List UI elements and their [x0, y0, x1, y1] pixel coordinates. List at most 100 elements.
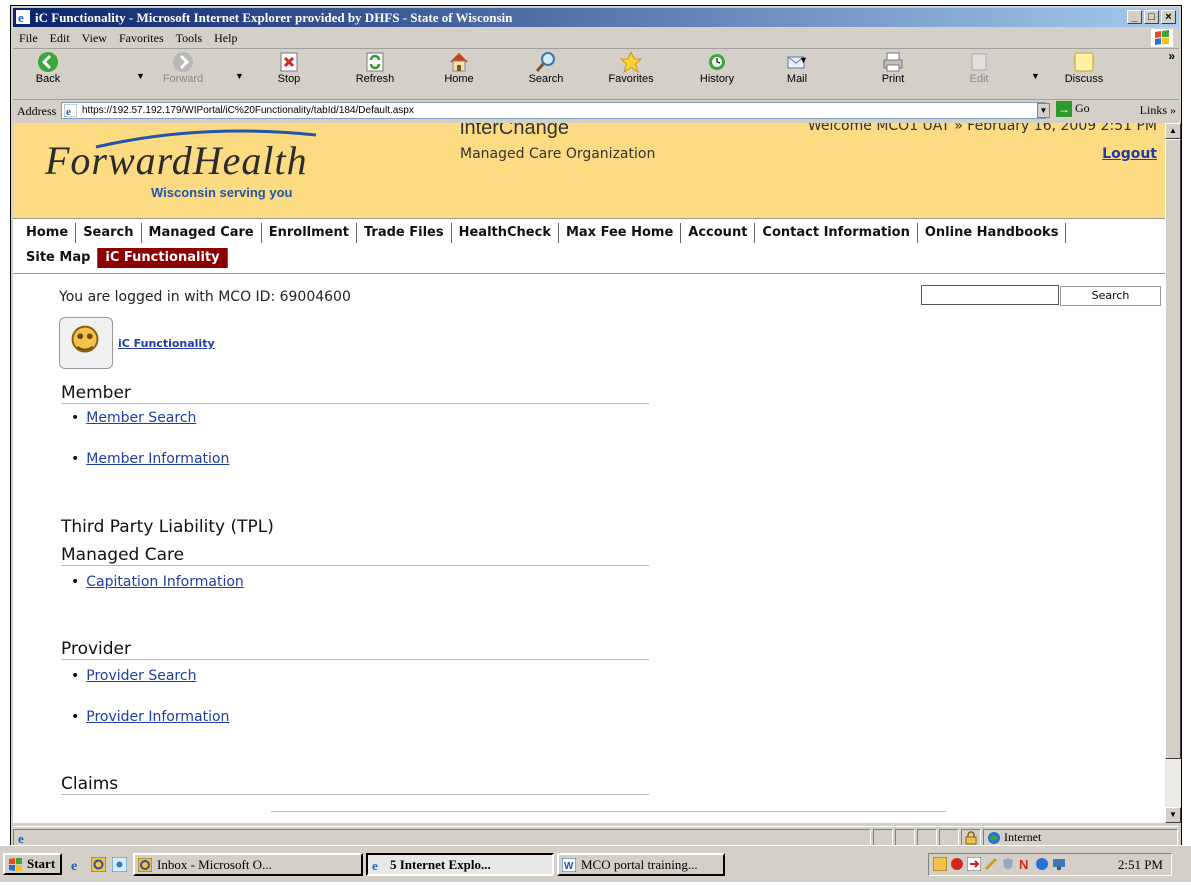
scroll-thumb[interactable] — [1165, 139, 1181, 759]
menu-help[interactable]: Help — [214, 31, 237, 45]
mail-label: Mail — [786, 73, 808, 85]
scroll-down-icon[interactable]: ▼ — [1165, 807, 1181, 823]
refresh-button[interactable]: Refresh — [345, 51, 405, 85]
go-label: Go — [1075, 101, 1090, 115]
minimize-button[interactable]: _ — [1127, 10, 1142, 24]
system-tray: N 2:51 PM — [928, 853, 1172, 876]
logged-in-text: You are logged in with MCO ID: 69004600 — [59, 289, 351, 305]
start-button[interactable]: Start — [3, 853, 62, 875]
task-internet-explorer[interactable]: e 5 Internet Explo... — [366, 853, 554, 876]
start-label: Start — [27, 856, 56, 871]
refresh-icon — [366, 52, 384, 72]
links-button[interactable]: Links » — [1140, 103, 1176, 118]
logout-link[interactable]: Logout — [1102, 146, 1157, 162]
discuss-label: Discuss — [1064, 73, 1104, 85]
history-icon — [709, 54, 725, 70]
menu-favorites[interactable]: Favorites — [119, 31, 164, 45]
toolbar-overflow-icon[interactable]: » — [1168, 49, 1175, 63]
scroll-up-icon[interactable]: ▲ — [1165, 123, 1181, 139]
nav-trade-files[interactable]: Trade Files — [357, 223, 452, 243]
address-label: Address — [17, 104, 57, 118]
nav-contact-information[interactable]: Contact Information — [755, 223, 918, 243]
back-button[interactable]: Back — [18, 51, 78, 85]
section-tpl-heading: Third Party Liability (TPL) — [61, 517, 274, 537]
clock: 2:51 PM — [1117, 857, 1163, 872]
maximize-button[interactable]: □ — [1144, 10, 1159, 24]
search-toolbar-button[interactable]: Search — [516, 51, 576, 85]
forward-button[interactable]: Forward — [153, 51, 213, 85]
nav-online-handbooks[interactable]: Online Handbooks — [918, 223, 1067, 243]
favorites-button[interactable]: Favorites — [601, 51, 661, 85]
tray-antivirus-icon[interactable] — [950, 857, 964, 871]
quicklaunch-desktop-icon[interactable] — [112, 857, 127, 872]
task-ie-label: 5 Internet Explo... — [390, 857, 491, 872]
task-mco-portal-training[interactable]: W MCO portal training... — [557, 853, 725, 876]
nav-ic-functionality[interactable]: iC Functionality — [98, 248, 228, 268]
nav-home[interactable]: Home — [19, 223, 77, 243]
forward-arrow-icon — [173, 52, 193, 72]
member-search-link[interactable]: Member Search — [71, 410, 196, 426]
discuss-icon — [1074, 52, 1094, 72]
history-button[interactable]: History — [687, 51, 747, 85]
status-cell-4 — [939, 829, 959, 846]
nav-site-map[interactable]: Site Map — [19, 248, 99, 268]
mail-dropdown-icon[interactable]: ▼ — [799, 55, 808, 65]
site-search-button[interactable]: Search — [1060, 286, 1161, 306]
page-content: ForwardHealth Wisconsin serving you inte… — [13, 123, 1165, 823]
edit-toolbar-button[interactable]: Edit — [949, 51, 1009, 85]
menu-edit[interactable]: Edit — [50, 31, 70, 45]
quicklaunch-outlook-icon[interactable] — [91, 857, 106, 872]
back-dropdown-icon[interactable]: ▼ — [136, 71, 145, 81]
capitation-information-link[interactable]: Capitation Information — [71, 574, 244, 590]
print-button[interactable]: Print — [863, 51, 923, 85]
vertical-scrollbar[interactable]: ▲ ▼ — [1165, 123, 1181, 823]
svg-text:e: e — [66, 106, 71, 117]
provider-search-label[interactable]: Provider Search — [86, 668, 196, 684]
gear-people-icon — [71, 325, 99, 353]
forward-dropdown-icon[interactable]: ▼ — [235, 71, 244, 81]
svg-text:e: e — [71, 859, 77, 872]
nav-account[interactable]: Account — [681, 223, 756, 243]
tray-shield-icon[interactable] — [1001, 857, 1015, 871]
close-button[interactable]: × — [1161, 10, 1176, 24]
tray-app-icon[interactable] — [933, 857, 947, 871]
provider-search-link[interactable]: Provider Search — [71, 668, 196, 684]
address-dropdown-icon[interactable]: ▼ — [1037, 103, 1050, 118]
capitation-information-label[interactable]: Capitation Information — [86, 574, 244, 590]
tray-norton-icon[interactable]: N — [1018, 857, 1032, 871]
tray-network-icon[interactable] — [967, 857, 981, 871]
tray-tool-icon[interactable] — [984, 857, 998, 871]
ic-functionality-icon[interactable] — [59, 317, 113, 369]
word-icon: W — [562, 858, 576, 872]
member-information-label[interactable]: Member Information — [86, 451, 229, 467]
discuss-button[interactable]: Discuss — [1054, 51, 1114, 85]
ie-icon: e — [16, 10, 30, 24]
tray-monitor-icon[interactable] — [1052, 857, 1066, 871]
nav-max-fee-home[interactable]: Max Fee Home — [559, 223, 682, 243]
nav-enrollment[interactable]: Enrollment — [262, 223, 357, 243]
home-button[interactable]: Home — [429, 51, 489, 85]
task-inbox[interactable]: Inbox - Microsoft O... — [133, 853, 363, 876]
edit-dropdown-icon[interactable]: ▼ — [1031, 71, 1040, 81]
member-search-label[interactable]: Member Search — [86, 410, 196, 426]
nav-row-1: Home Search Managed Care Enrollment Trade Fi… — [19, 223, 1067, 245]
forward-label: Forward — [162, 73, 204, 85]
nav-search[interactable]: Search — [76, 223, 142, 243]
menu-view[interactable]: View — [82, 31, 107, 45]
site-search-input[interactable] — [921, 285, 1059, 305]
menu-file[interactable]: File — [19, 31, 38, 45]
tray-globe-icon[interactable] — [1035, 857, 1049, 871]
quicklaunch-ie-icon[interactable]: e — [70, 857, 85, 872]
address-input[interactable]: e https://192.57.192.179/WIPortal/iC%20F… — [61, 102, 1046, 119]
mail-button[interactable]: Mail — [767, 51, 827, 85]
go-button[interactable]: → Go — [1056, 101, 1090, 118]
menu-tools[interactable]: Tools — [176, 31, 203, 45]
provider-information-label[interactable]: Provider Information — [86, 709, 229, 725]
provider-information-link[interactable]: Provider Information — [71, 709, 229, 725]
nav-managed-care[interactable]: Managed Care — [142, 223, 262, 243]
home-label: Home — [444, 73, 474, 85]
stop-button[interactable]: Stop — [259, 51, 319, 85]
member-information-link[interactable]: Member Information — [71, 451, 229, 467]
ic-functionality-link[interactable]: iC Functionality — [118, 337, 215, 350]
nav-healthcheck[interactable]: HealthCheck — [452, 223, 559, 243]
